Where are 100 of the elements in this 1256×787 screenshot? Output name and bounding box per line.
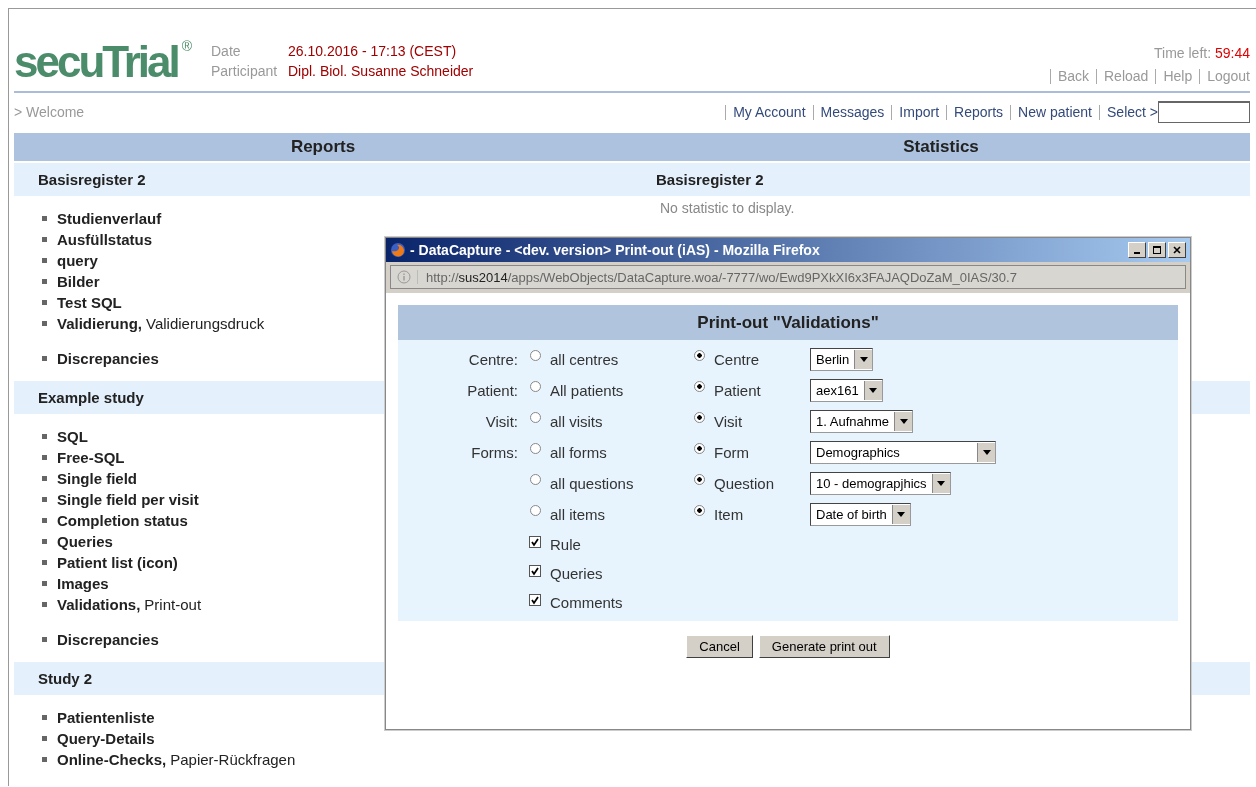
dropdown[interactable]: Demographics — [810, 441, 996, 464]
form-button[interactable]: Generate print out — [758, 635, 890, 658]
nav-link[interactable]: Reports — [954, 104, 1004, 120]
radio-button[interactable] — [530, 350, 541, 361]
info-value: 26.10.2016 - 17:13 (CEST) — [288, 43, 457, 59]
timer-value: 59:44 — [1214, 45, 1250, 61]
radio-button[interactable] — [694, 474, 705, 485]
radio-label: Visit — [714, 413, 743, 430]
checkbox-label: Comments — [550, 594, 623, 611]
window-title: - DataCapture - <dev. version> Print-out (iAS) - Mozilla Firefox — [410, 242, 820, 258]
section-title: Basisregister 2 — [38, 171, 146, 188]
bullet-icon — [42, 581, 47, 586]
radio-button[interactable] — [694, 381, 705, 392]
radio-button[interactable] — [530, 443, 541, 454]
radio-button[interactable] — [530, 381, 541, 392]
report-link[interactable]: SQL — [57, 428, 88, 445]
checkbox[interactable] — [529, 564, 541, 577]
timer-label: Time left: — [1154, 45, 1212, 61]
report-link[interactable]: Papier-Rückfragen — [170, 751, 296, 768]
radio-label: all visits — [550, 413, 603, 430]
bullet-icon — [42, 518, 47, 523]
report-link[interactable]: Completion status — [57, 512, 188, 529]
report-link[interactable]: Images — [57, 575, 109, 592]
field-label: Visit: — [485, 413, 518, 430]
bullet-icon — [42, 476, 47, 481]
dropdown[interactable]: 1. Aufnahme — [810, 410, 913, 433]
dropdown[interactable]: Berlin — [810, 348, 874, 371]
radio-button[interactable] — [694, 505, 705, 516]
nav-link[interactable]: Import — [899, 104, 940, 120]
report-link[interactable]: Free-SQL — [57, 449, 125, 466]
radio-label: Question — [714, 475, 775, 492]
bullet-icon — [42, 637, 47, 642]
radio-button[interactable] — [694, 350, 705, 361]
report-link[interactable]: Queries — [57, 533, 113, 550]
radio-label: Centre — [714, 351, 760, 368]
dropdown[interactable]: Date of birth — [810, 503, 911, 526]
dropdown[interactable]: 10 - demograpjhics — [810, 472, 951, 495]
report-link[interactable]: Ausfüllstatus — [57, 231, 152, 248]
caret-icon — [899, 419, 908, 424]
section-title: Example study — [38, 389, 144, 406]
registered-mark: ® — [181, 39, 193, 53]
report-link[interactable]: Query-Details — [57, 730, 155, 747]
maximize-button[interactable] — [1148, 242, 1166, 258]
bullet-icon — [42, 602, 47, 607]
checkbox[interactable] — [529, 593, 541, 606]
radio-button[interactable] — [530, 474, 541, 485]
radio-button[interactable] — [530, 412, 541, 423]
caret-icon — [859, 357, 868, 362]
bullet-icon — [42, 497, 47, 502]
select-input[interactable] — [1158, 101, 1250, 123]
section-title: Study 2 — [38, 670, 93, 687]
form-button[interactable]: Cancel — [686, 635, 753, 658]
report-link[interactable]: Validations, — [57, 596, 141, 613]
nav-link[interactable]: My Account — [733, 104, 806, 120]
form-heading: Print-out "Validations" — [398, 305, 1178, 340]
logo: secuTrial — [14, 39, 178, 85]
section-title: Basisregister 2 — [656, 171, 764, 188]
breadcrumb: > Welcome — [14, 104, 85, 120]
report-link[interactable]: Bilder — [57, 273, 100, 290]
radio-label: all items — [550, 506, 605, 523]
report-link[interactable]: Test SQL — [57, 294, 122, 311]
radio-button[interactable] — [694, 443, 705, 454]
bullet-icon — [42, 434, 47, 439]
report-link[interactable]: Patient list (icon) — [57, 554, 178, 571]
bullet-icon — [42, 356, 47, 361]
radio-button[interactable] — [694, 412, 705, 423]
report-link[interactable]: Single field per visit — [57, 491, 199, 508]
checkbox[interactable] — [529, 535, 541, 548]
radio-label: all forms — [550, 444, 607, 461]
bullet-icon — [42, 736, 47, 741]
close-button[interactable] — [1168, 242, 1186, 258]
report-link[interactable]: Print-out — [144, 596, 202, 613]
nav-link[interactable]: New patient — [1018, 104, 1092, 120]
statistic-note: No statistic to display. — [659, 200, 796, 216]
bullet-icon — [42, 715, 47, 720]
dropdown[interactable]: aex161 — [810, 379, 883, 402]
report-link[interactable]: Studienverlauf — [57, 210, 162, 227]
report-link[interactable]: query — [57, 252, 98, 269]
report-link[interactable]: Discrepancies — [57, 631, 159, 648]
report-link[interactable]: Single field — [57, 470, 137, 487]
browser-icon — [390, 242, 406, 258]
radio-button[interactable] — [530, 505, 541, 516]
bullet-icon — [42, 455, 47, 460]
info-value: Dipl. Biol. Susanne Schneider — [288, 63, 474, 79]
bullet-icon — [42, 279, 47, 284]
report-link[interactable]: Patientenliste — [57, 709, 155, 726]
address-field[interactable]: http://sus2014/apps/WebObjects/DataCapture.woa/-7777/wo/Ewd9PXkXI6x3FAJAQDoZaM_0IAS/30.7 — [390, 265, 1186, 289]
field-label: Forms: — [471, 444, 518, 461]
report-link[interactable]: Validierung, — [57, 315, 143, 332]
bullet-icon — [42, 300, 47, 305]
nav-link[interactable]: Messages — [820, 104, 885, 120]
bullet-icon — [42, 237, 47, 242]
caret-icon — [982, 450, 991, 455]
report-link[interactable]: Discrepancies — [57, 350, 159, 367]
info-icon — [397, 270, 418, 284]
field-label: Centre: — [468, 351, 518, 368]
report-link[interactable]: Validierungsdruck — [146, 315, 265, 332]
report-link[interactable]: Online-Checks, — [57, 751, 167, 768]
minimize-button[interactable] — [1128, 242, 1146, 258]
checkbox-label: Rule — [550, 536, 581, 553]
